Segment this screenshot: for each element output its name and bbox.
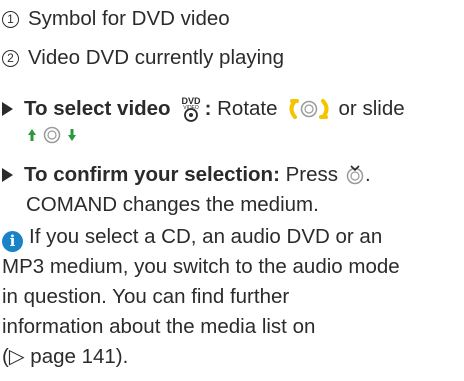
instruction-text: Rotate [211, 97, 278, 120]
svg-text:VIDEO: VIDEO [183, 105, 199, 111]
slide-controller-icon [26, 124, 80, 146]
callout-number-1: 1 [2, 10, 19, 28]
note-line-4: information about the media list on [2, 315, 316, 338]
instruction-result-text: COMAND changes the medium. [26, 193, 319, 216]
legend-text-1: Symbol for DVD video [28, 7, 230, 30]
legend-text-2: Video DVD currently playing [28, 46, 284, 69]
instruction-text: Press [279, 163, 339, 186]
instruction-confirm: To confirm your selection: Press . COMAN… [2, 160, 460, 220]
callout-number-2: 2 [2, 49, 19, 67]
page-reference-link[interactable]: (▷ page 141). [2, 345, 128, 368]
note-line-1: If you select a CD, an audio DVD or an [29, 225, 383, 248]
info-icon: i [2, 231, 23, 252]
dvd-video-icon: DVD VIDEO [178, 95, 204, 123]
bullet-triangle-icon [2, 168, 13, 182]
instruction-colon: : [204, 97, 212, 120]
or-slide-text: or slide [338, 97, 405, 120]
instruction-title: To confirm your selection: [24, 163, 280, 186]
rotate-controller-icon [285, 98, 333, 120]
note-line-3: in question. You can find further [2, 285, 290, 308]
bullet-triangle-icon [2, 102, 13, 116]
press-controller-icon [345, 164, 365, 186]
legend-item-2: 2 Video DVD currently playing [2, 43, 284, 73]
instruction-title: To select video [24, 97, 171, 120]
info-note: i If you select a CD, an audio DVD or an … [2, 222, 458, 372]
legend-item-1: 1 Symbol for DVD video [2, 4, 230, 34]
instruction-select-video: To select video DVD VIDEO : Rotate or sl… [2, 94, 460, 146]
period: . [365, 163, 371, 186]
note-line-2: MP3 medium, you switch to the audio mode [2, 255, 400, 278]
